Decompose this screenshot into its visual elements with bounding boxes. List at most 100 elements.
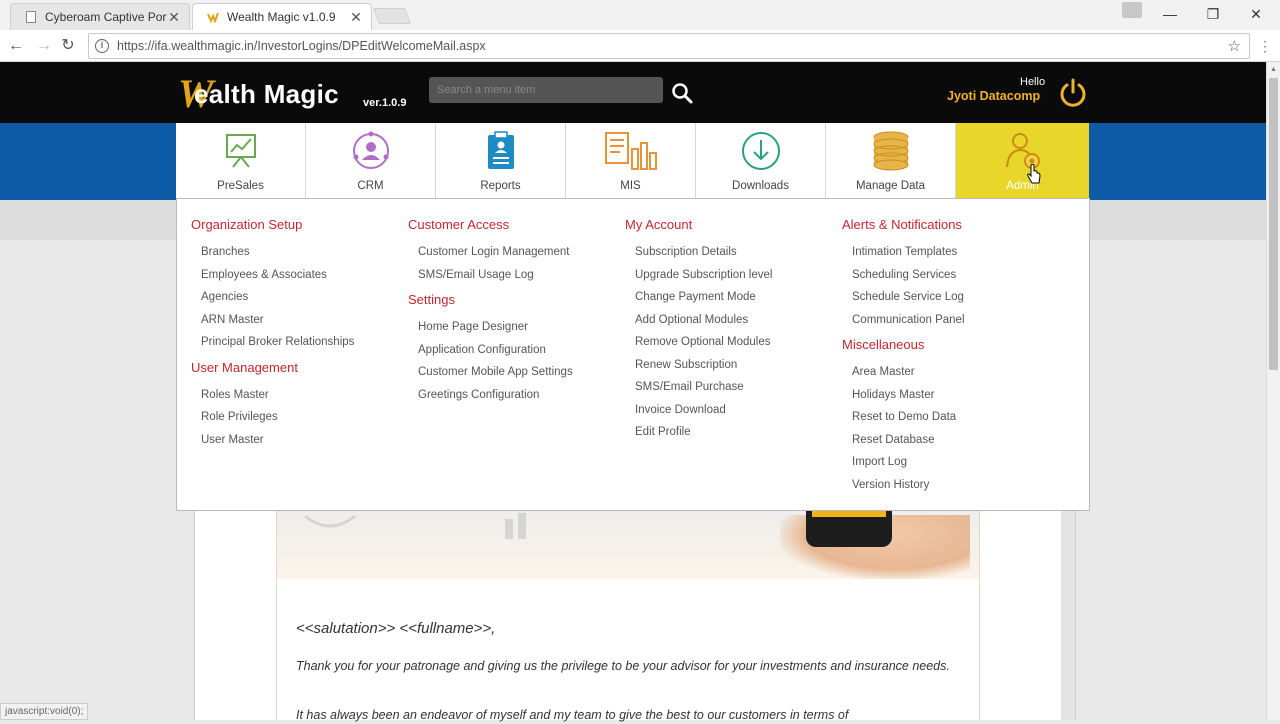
browser-tab-wealth-magic[interactable]: Wealth Magic v1.0.9 ✕: [192, 3, 372, 30]
menu-search-input[interactable]: [429, 77, 663, 103]
database-coins-icon: [873, 131, 908, 171]
power-logout-icon[interactable]: [1057, 77, 1089, 109]
menu-column: Organization Setup Branches Employees & As…: [191, 217, 354, 451]
menu-item[interactable]: Application Configuration: [408, 339, 573, 362]
reload-icon[interactable]: ↻: [58, 36, 78, 56]
menu-item[interactable]: Remove Optional Modules: [625, 331, 772, 354]
back-arrow-icon[interactable]: ←: [6, 36, 26, 56]
menu-item[interactable]: Upgrade Subscription level: [625, 264, 772, 287]
close-tab-icon[interactable]: ✕: [349, 9, 363, 26]
search-icon[interactable]: [671, 82, 693, 104]
editor-scrollbar[interactable]: [1061, 511, 1075, 720]
menu-item[interactable]: Reset Database: [842, 429, 965, 452]
menu-item[interactable]: Subscription Details: [625, 241, 772, 264]
page-scrollbar[interactable]: ▲: [1266, 62, 1280, 720]
restore-button[interactable]: ❐: [1193, 3, 1233, 25]
menu-column: Alerts & Notifications Intimation Templat…: [842, 217, 965, 496]
tab-title: Cyberoam Captive Portal: [45, 10, 167, 24]
address-bar[interactable]: i https://ifa.wealthmagic.in/InvestorLog…: [88, 33, 1250, 59]
nav-tile-reports[interactable]: Reports: [436, 123, 566, 198]
main-nav: PreSales CRM Reports MIS Downloads Manag…: [176, 123, 1090, 198]
page-icon: [25, 11, 37, 23]
download-icon: [741, 132, 780, 170]
menu-item[interactable]: Greetings Configuration: [408, 384, 573, 407]
menu-item[interactable]: Employees & Associates: [191, 264, 354, 287]
menu-column: Customer Access Customer Login Management…: [408, 217, 573, 406]
minimize-button[interactable]: —: [1150, 3, 1190, 25]
menu-item[interactable]: Renew Subscription: [625, 354, 772, 377]
banner-watermark-icons: [304, 513, 526, 539]
menu-item[interactable]: Intimation Templates: [842, 241, 965, 264]
menu-item[interactable]: Holidays Master: [842, 384, 965, 407]
menu-item[interactable]: Area Master: [842, 361, 965, 384]
nav-tile-crm[interactable]: CRM: [306, 123, 436, 198]
nav-tile-label: MIS: [620, 180, 641, 192]
menu-item[interactable]: Role Privileges: [191, 406, 354, 429]
presales-chart-icon: [225, 134, 256, 168]
forward-arrow-icon[interactable]: →: [34, 36, 54, 56]
menu-section-title: Organization Setup: [191, 217, 303, 232]
scroll-up-icon[interactable]: ▲: [1270, 66, 1277, 73]
menu-item[interactable]: Communication Panel: [842, 309, 965, 332]
url-text[interactable]: https://ifa.wealthmagic.in/InvestorLogin…: [117, 39, 1228, 53]
menu-item[interactable]: Reset to Demo Data: [842, 406, 965, 429]
nav-tile-label: CRM: [357, 180, 384, 192]
email-paragraph: It has always been an endeavor of myself…: [296, 708, 849, 722]
menu-item[interactable]: ARN Master: [191, 309, 354, 332]
crm-person-icon: [352, 131, 389, 169]
logo-text: ealth Magic: [194, 79, 339, 109]
menu-item[interactable]: Customer Mobile App Settings: [408, 361, 573, 384]
menu-item[interactable]: Invoice Download: [625, 399, 772, 422]
browser-tab-cyberoam[interactable]: Cyberoam Captive Portal ✕: [10, 3, 190, 30]
phone-image: [806, 511, 892, 547]
menu-item[interactable]: Agencies: [191, 286, 354, 309]
info-icon[interactable]: i: [95, 39, 109, 53]
menu-section-title: Customer Access: [408, 217, 510, 232]
menu-item[interactable]: SMS/Email Usage Log: [408, 264, 573, 287]
hand-cursor-icon: [1027, 164, 1041, 184]
scrollbar-thumb[interactable]: [1269, 78, 1278, 370]
close-window-button[interactable]: ✕: [1236, 3, 1276, 25]
nav-tile-presales[interactable]: PreSales: [176, 123, 306, 198]
menu-item[interactable]: Version History: [842, 474, 965, 497]
menu-item[interactable]: Scheduling Services: [842, 264, 965, 287]
mis-bars-icon: [604, 132, 657, 170]
menu-section-title: My Account: [625, 217, 693, 232]
close-tab-icon[interactable]: ✕: [167, 9, 181, 26]
menu-section-title: Alerts & Notifications: [842, 217, 962, 232]
menu-item[interactable]: Import Log: [842, 451, 965, 474]
menu-item[interactable]: Branches: [191, 241, 354, 264]
nav-tile-mis[interactable]: MIS: [566, 123, 696, 198]
menu-item[interactable]: Customer Login Management: [408, 241, 573, 264]
menu-item[interactable]: Roles Master: [191, 384, 354, 407]
menu-item[interactable]: SMS/Email Purchase: [625, 376, 772, 399]
version-label: ver.1.0.9: [363, 97, 407, 109]
nav-tile-manage-data[interactable]: Manage Data: [826, 123, 956, 198]
browser-toolbar: ← → ↻ i https://ifa.wealthmagic.in/Inves…: [0, 30, 1280, 62]
menu-item[interactable]: Principal Broker Relationships: [191, 331, 354, 354]
nav-tile-downloads[interactable]: Downloads: [696, 123, 826, 198]
tab-title: Wealth Magic v1.0.9: [227, 10, 336, 24]
profile-icon[interactable]: [1122, 2, 1142, 18]
status-bar: javascript:void(0);: [0, 703, 89, 720]
new-tab-button[interactable]: [373, 8, 411, 24]
menu-item[interactable]: Home Page Designer: [408, 316, 573, 339]
browser-menu-icon[interactable]: ⋮: [1258, 38, 1272, 55]
browser-tab-bar: Cyberoam Captive Portal ✕ Wealth Magic v…: [0, 0, 1280, 30]
menu-item[interactable]: Add Optional Modules: [625, 309, 772, 332]
menu-item[interactable]: Edit Profile: [625, 421, 772, 444]
menu-column: My Account Subscription Details Upgrade Su…: [625, 217, 772, 444]
user-name: Jyoti Datacomp: [947, 89, 1041, 103]
bookmark-star-icon[interactable]: ☆: [1228, 37, 1241, 55]
greeting-label: Hello: [1020, 76, 1046, 88]
nav-tile-label: PreSales: [217, 180, 264, 192]
email-paragraph: Thank you for your patronage and giving …: [296, 659, 950, 673]
nav-tile-label: Admin: [1006, 180, 1039, 192]
menu-item[interactable]: Schedule Service Log: [842, 286, 965, 309]
menu-item[interactable]: User Master: [191, 429, 354, 452]
wealth-magic-favicon-icon: [207, 11, 219, 24]
nav-tile-admin[interactable]: Admin: [956, 123, 1089, 198]
menu-item[interactable]: Change Payment Mode: [625, 286, 772, 309]
nav-tile-label: Reports: [480, 180, 521, 192]
nav-tile-label: Downloads: [732, 180, 789, 192]
